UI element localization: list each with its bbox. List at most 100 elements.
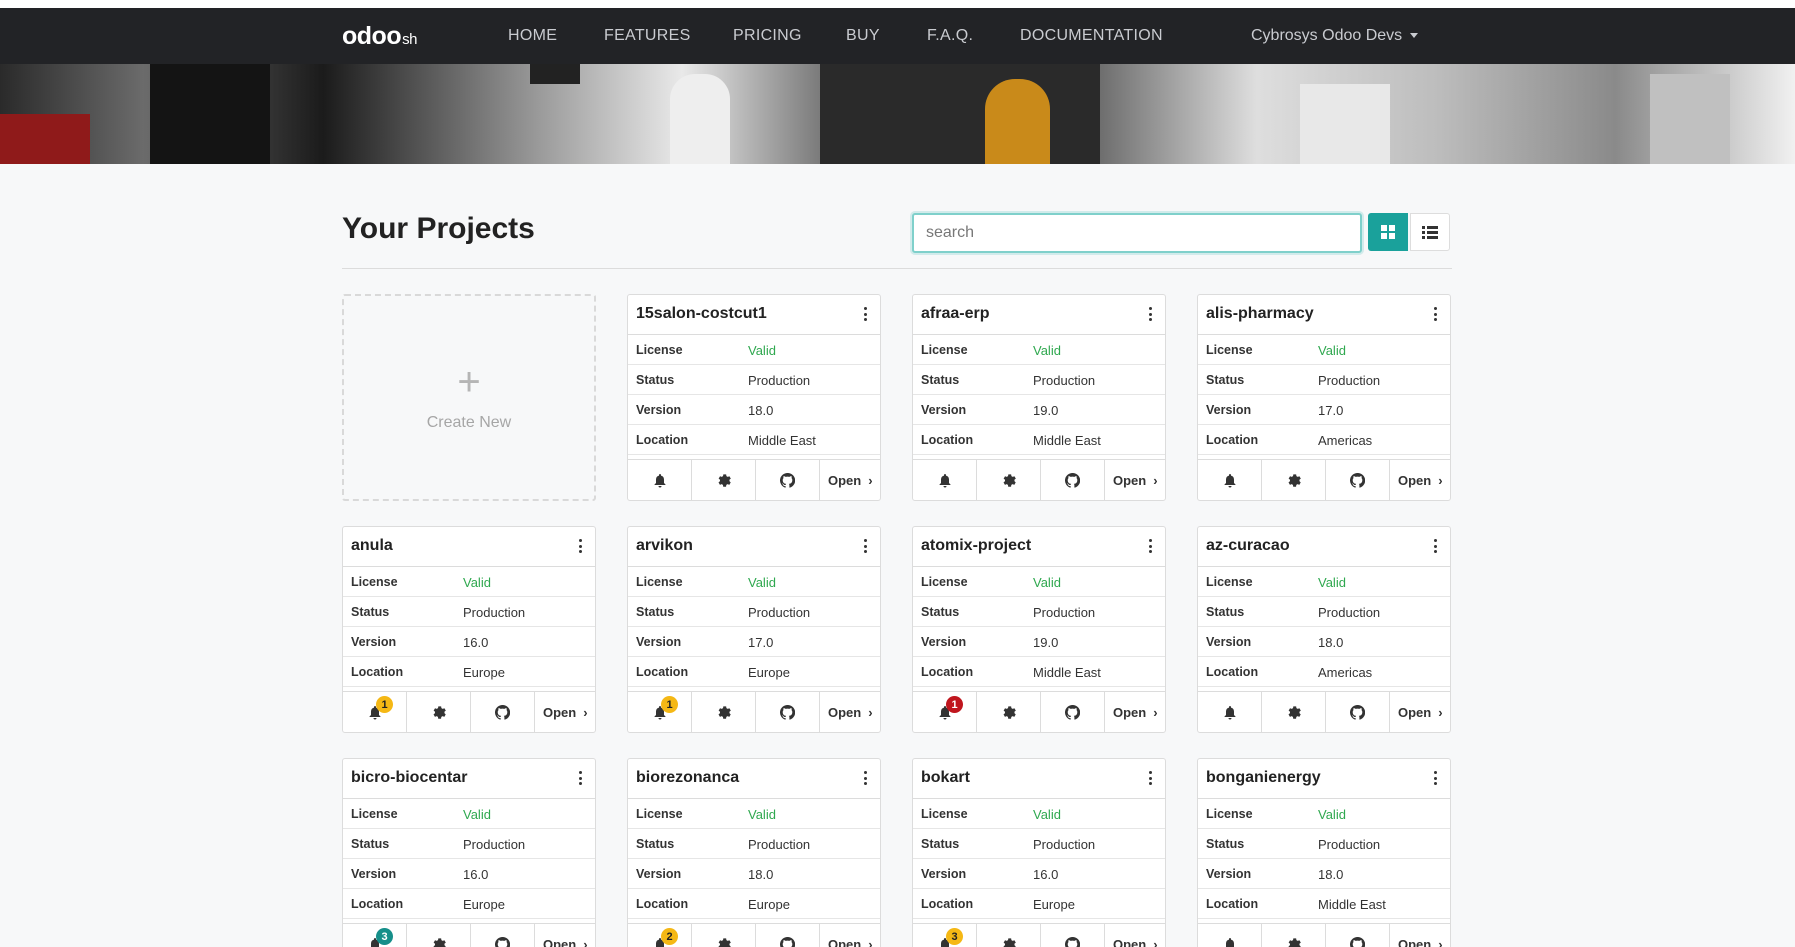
notifications-button[interactable]	[628, 460, 692, 500]
open-project-button[interactable]: Open ›	[820, 460, 880, 500]
license-value: Valid	[748, 343, 776, 358]
project-name[interactable]: 15salon-costcut1	[636, 305, 767, 323]
project-name[interactable]: atomix-project	[921, 537, 1031, 555]
open-project-button[interactable]: Open ›	[820, 692, 880, 732]
notifications-button[interactable]: 3	[343, 924, 407, 947]
project-card[interactable]: bonganienergy License Valid Status Product…	[1197, 758, 1451, 947]
project-name[interactable]: alis-pharmacy	[1206, 305, 1314, 323]
open-project-button[interactable]: Open ›	[1390, 460, 1450, 500]
more-options-icon[interactable]	[1145, 305, 1155, 323]
github-button[interactable]	[756, 924, 820, 947]
open-project-button[interactable]: Open ›	[820, 924, 880, 947]
more-options-icon[interactable]	[860, 769, 870, 787]
project-card[interactable]: afraa-erp License Valid Status Production …	[912, 294, 1166, 501]
open-project-button[interactable]: Open ›	[535, 692, 595, 732]
settings-button[interactable]	[407, 692, 471, 732]
more-options-icon[interactable]	[1430, 537, 1440, 555]
nav-link-buy[interactable]: BUY	[846, 27, 880, 45]
nav-link-home[interactable]: HOME	[508, 27, 557, 45]
user-account-dropdown[interactable]: Cybrosys Odoo Devs	[1251, 27, 1419, 45]
settings-button[interactable]	[1262, 460, 1326, 500]
project-name[interactable]: arvikon	[636, 537, 693, 555]
settings-button[interactable]	[692, 460, 756, 500]
notifications-button[interactable]	[1198, 692, 1262, 732]
open-project-button[interactable]: Open ›	[1390, 924, 1450, 947]
open-project-button[interactable]: Open ›	[1105, 924, 1165, 947]
odoo-sh-logo[interactable]: odoosh	[342, 22, 417, 51]
open-project-button[interactable]: Open ›	[1105, 460, 1165, 500]
nav-link-documentation[interactable]: DOCUMENTATION	[1020, 27, 1163, 45]
gear-icon	[433, 705, 446, 719]
project-card[interactable]: biorezonanca License Valid Status Producti…	[627, 758, 881, 947]
search-input[interactable]	[912, 213, 1362, 253]
github-button[interactable]	[471, 924, 535, 947]
open-project-button[interactable]: Open ›	[1390, 692, 1450, 732]
settings-button[interactable]	[692, 924, 756, 947]
project-card[interactable]: bicro-biocentar License Valid Status Produ…	[342, 758, 596, 947]
github-button[interactable]	[471, 692, 535, 732]
project-name[interactable]: bicro-biocentar	[351, 769, 467, 787]
project-card[interactable]: alis-pharmacy License Valid Status Product…	[1197, 294, 1451, 501]
version-label: Version	[636, 403, 682, 417]
github-button[interactable]	[1326, 924, 1390, 947]
project-card[interactable]: az-curacao License Valid Status Production…	[1197, 526, 1451, 733]
project-name[interactable]: az-curacao	[1206, 537, 1290, 555]
notifications-button[interactable]: 3	[913, 924, 977, 947]
project-name[interactable]: afraa-erp	[921, 305, 989, 323]
more-options-icon[interactable]	[1145, 769, 1155, 787]
project-card[interactable]: anula License Valid Status Production Vers…	[342, 526, 596, 733]
more-options-icon[interactable]	[1145, 537, 1155, 555]
more-options-icon[interactable]	[1430, 305, 1440, 323]
more-options-icon[interactable]	[860, 537, 870, 555]
project-card[interactable]: bokart License Valid Status Production Ver…	[912, 758, 1166, 947]
grid-view-button[interactable]	[1368, 213, 1408, 251]
version-row: Version 17.0	[1198, 395, 1450, 425]
nav-link-faq[interactable]: F.A.Q.	[927, 27, 973, 45]
github-button[interactable]	[1326, 692, 1390, 732]
github-button[interactable]	[756, 460, 820, 500]
settings-button[interactable]	[977, 692, 1041, 732]
more-options-icon[interactable]	[1430, 769, 1440, 787]
more-options-icon[interactable]	[575, 769, 585, 787]
project-name[interactable]: biorezonanca	[636, 769, 739, 787]
caret-down-icon	[1410, 33, 1419, 39]
github-button[interactable]	[756, 692, 820, 732]
nav-link-pricing[interactable]: PRICING	[733, 27, 802, 45]
create-new-project-card[interactable]: + Create New	[342, 294, 596, 501]
settings-button[interactable]	[1262, 692, 1326, 732]
project-name[interactable]: bonganienergy	[1206, 769, 1321, 787]
notifications-button[interactable]	[913, 460, 977, 500]
settings-button[interactable]	[407, 924, 471, 947]
github-button[interactable]	[1041, 460, 1105, 500]
settings-button[interactable]	[692, 692, 756, 732]
project-name[interactable]: bokart	[921, 769, 970, 787]
github-button[interactable]	[1041, 692, 1105, 732]
more-options-icon[interactable]	[860, 305, 870, 323]
open-label: Open	[1398, 704, 1432, 720]
settings-button[interactable]	[1262, 924, 1326, 947]
github-button[interactable]	[1041, 924, 1105, 947]
version-row: Version 16.0	[343, 627, 595, 657]
notifications-button[interactable]: 1	[343, 692, 407, 732]
github-button[interactable]	[1326, 460, 1390, 500]
version-label: Version	[921, 403, 967, 417]
nav-link-features[interactable]: FEATURES	[604, 27, 691, 45]
notifications-button[interactable]: 1	[913, 692, 977, 732]
project-card[interactable]: atomix-project License Valid Status Produc…	[912, 526, 1166, 733]
project-card[interactable]: 15salon-costcut1 License Valid Status Prod…	[627, 294, 881, 501]
list-view-button[interactable]	[1410, 213, 1450, 251]
notifications-button[interactable]	[1198, 924, 1262, 947]
settings-button[interactable]	[977, 460, 1041, 500]
notifications-button[interactable]: 1	[628, 692, 692, 732]
settings-button[interactable]	[977, 924, 1041, 947]
open-project-button[interactable]: Open ›	[1105, 692, 1165, 732]
more-options-icon[interactable]	[575, 537, 585, 555]
project-name[interactable]: anula	[351, 537, 393, 555]
location-row: Location Americas	[1198, 657, 1450, 687]
open-project-button[interactable]: Open ›	[535, 924, 595, 947]
notifications-button[interactable]	[1198, 460, 1262, 500]
github-icon	[495, 704, 510, 720]
version-value: 18.0	[1318, 635, 1344, 650]
notifications-button[interactable]: 2	[628, 924, 692, 947]
project-card[interactable]: arvikon License Valid Status Production Ve…	[627, 526, 881, 733]
